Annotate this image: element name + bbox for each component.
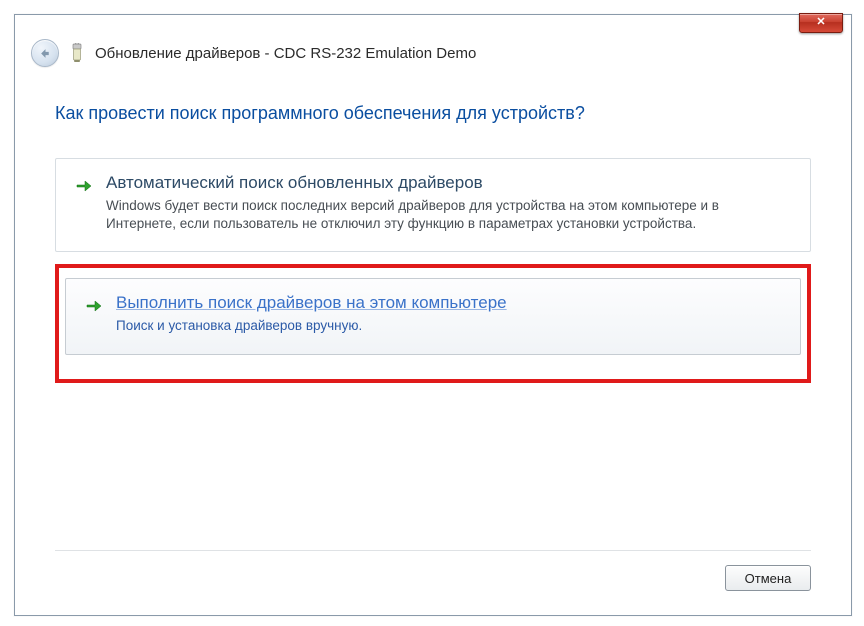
arrow-right-icon bbox=[76, 178, 92, 194]
option-manual-search-title: Выполнить поиск драйверов на этом компью… bbox=[116, 293, 507, 313]
dialog-title: Обновление драйверов - CDC RS-232 Emulat… bbox=[95, 45, 476, 62]
option-manual-search-body: Выполнить поиск драйверов на этом компью… bbox=[116, 293, 507, 335]
dialog-footer: Отмена bbox=[55, 550, 811, 591]
cancel-button[interactable]: Отмена bbox=[725, 565, 811, 591]
option-auto-search[interactable]: Автоматический поиск обновленных драйвер… bbox=[55, 158, 811, 252]
close-icon: ✕ bbox=[816, 16, 825, 28]
close-button[interactable]: ✕ bbox=[799, 13, 843, 33]
option-manual-search[interactable]: Выполнить поиск драйверов на этом компью… bbox=[65, 278, 801, 354]
option-auto-search-title: Автоматический поиск обновленных драйвер… bbox=[106, 173, 790, 193]
back-button[interactable] bbox=[31, 39, 59, 67]
dialog-header: Обновление драйверов - CDC RS-232 Emulat… bbox=[15, 21, 851, 81]
dialog-content: Как провести поиск программного обеспече… bbox=[15, 81, 851, 613]
device-icon bbox=[69, 43, 85, 63]
option-auto-search-body: Автоматический поиск обновленных драйвер… bbox=[106, 173, 790, 233]
option-manual-search-desc: Поиск и установка драйверов вручную. bbox=[116, 317, 507, 335]
arrow-right-icon bbox=[86, 298, 102, 314]
option-auto-search-desc: Windows будет вести поиск последних верс… bbox=[106, 197, 790, 233]
page-title: Как провести поиск программного обеспече… bbox=[55, 103, 811, 124]
dialog-window: ✕ Обновление драйверов - CDC RS-232 Emul… bbox=[14, 14, 852, 616]
back-arrow-icon bbox=[39, 47, 52, 60]
highlight-annotation: Выполнить поиск драйверов на этом компью… bbox=[55, 264, 811, 382]
